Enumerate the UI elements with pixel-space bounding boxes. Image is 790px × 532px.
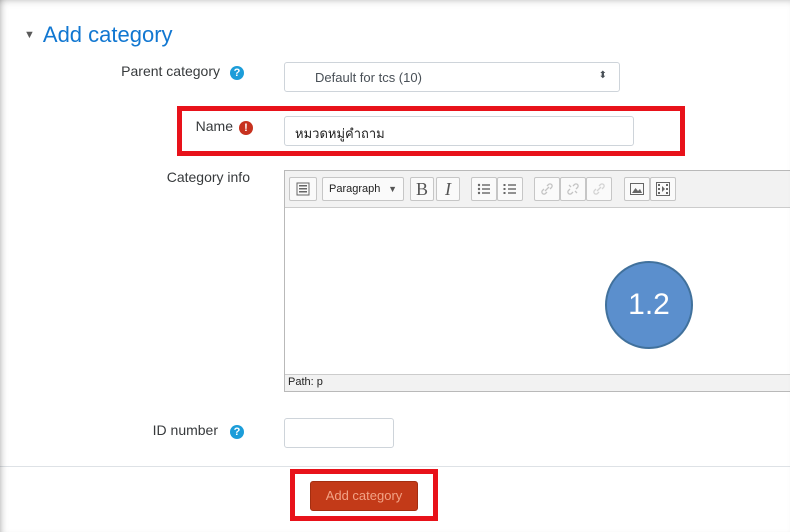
- editor-toolbar: Paragraph ▼ B I: [285, 171, 790, 208]
- section-header[interactable]: ▼ Add category: [24, 22, 173, 48]
- image-icon[interactable]: [624, 177, 650, 201]
- divider: [0, 466, 790, 467]
- id-number-label: ID number: [152, 422, 218, 438]
- section-title: Add category: [42, 22, 173, 47]
- annotation-bubble: 1.2: [605, 261, 693, 349]
- parent-category-label: Parent category: [121, 63, 220, 79]
- parent-category-select[interactable]: Default for tcs (10) ⬍: [284, 62, 620, 92]
- unlink-icon[interactable]: [560, 177, 586, 201]
- category-info-editor[interactable]: Paragraph ▼ B I Path: p: [284, 170, 790, 392]
- highlight-box-name: [177, 106, 685, 156]
- select-arrows-icon: ⬍: [598, 70, 607, 81]
- bold-button[interactable]: B: [410, 177, 434, 201]
- category-info-label: Category info: [166, 169, 250, 185]
- media-icon[interactable]: [650, 177, 676, 201]
- id-number-field[interactable]: [284, 418, 394, 448]
- bullet-list-icon[interactable]: [471, 177, 497, 201]
- help-icon[interactable]: ?: [230, 425, 244, 439]
- editor-path-bar: Path: p: [285, 374, 790, 391]
- toolbar-toggle-icon[interactable]: [289, 177, 317, 201]
- highlight-box-submit: [290, 469, 438, 521]
- numbered-list-icon[interactable]: [497, 177, 523, 201]
- dropdown-arrow-icon: ▼: [388, 184, 397, 194]
- anchor-link-icon[interactable]: [586, 177, 612, 201]
- help-icon[interactable]: ?: [230, 66, 244, 80]
- parent-category-value: Default for tcs (10): [315, 70, 422, 85]
- editor-content-area[interactable]: [285, 208, 790, 375]
- link-icon[interactable]: [534, 177, 560, 201]
- italic-button[interactable]: I: [436, 177, 460, 201]
- collapse-caret-icon[interactable]: ▼: [24, 29, 35, 41]
- paragraph-format-label: Paragraph: [329, 183, 381, 195]
- paragraph-format-select[interactable]: Paragraph ▼: [322, 177, 404, 201]
